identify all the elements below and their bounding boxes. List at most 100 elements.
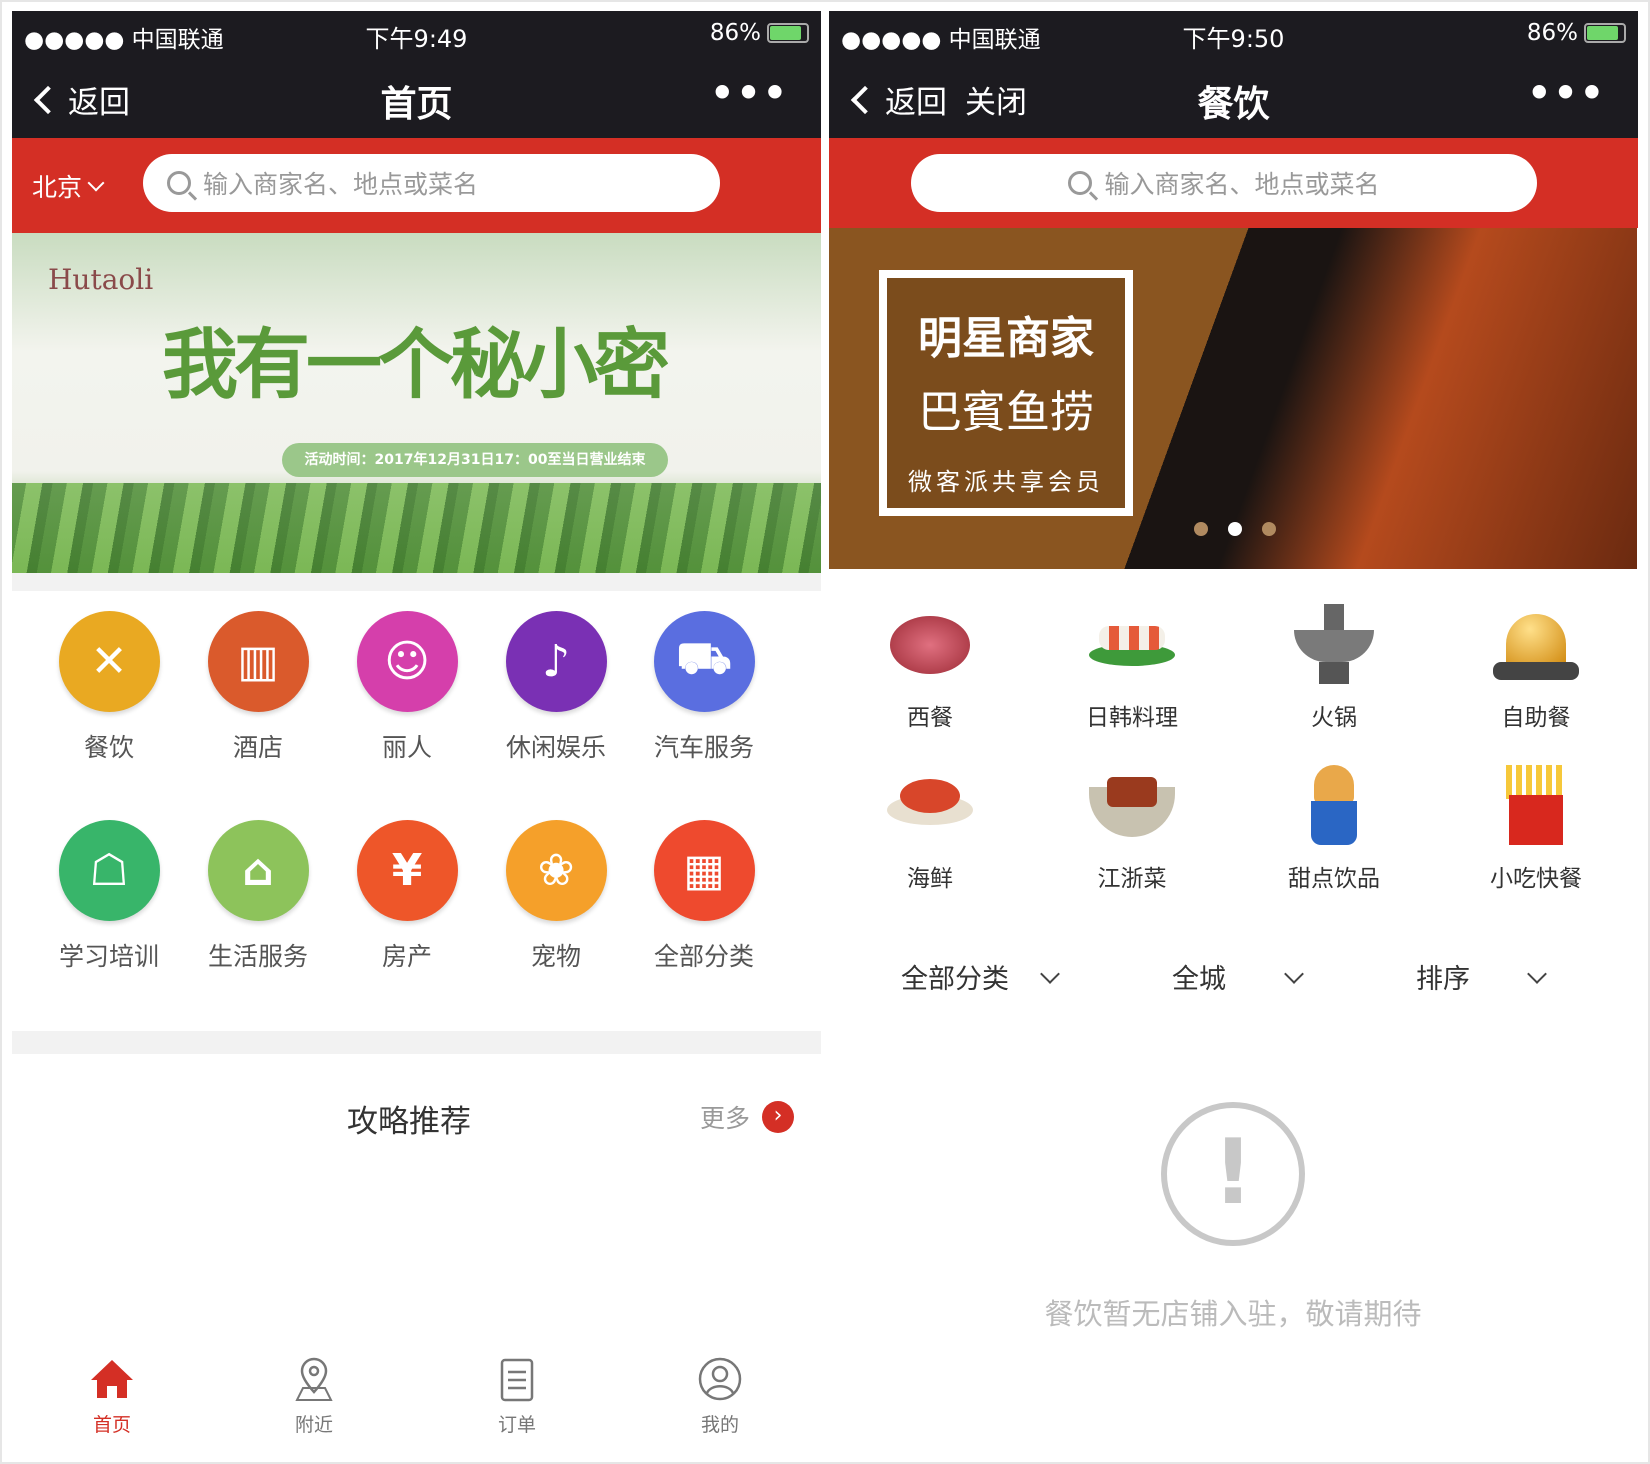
category-label: 全部分类	[653, 942, 754, 971]
search-placeholder: 输入商家名、地点或菜名	[203, 170, 479, 199]
search-bar: 北京 输入商家名、地点或菜名	[12, 138, 821, 233]
status-bar: ●●●●● 中国联通 下午9:49 86%	[12, 11, 821, 59]
banner-headline: 我有一个秘小密	[162, 320, 670, 409]
battery: 86%	[1527, 20, 1626, 46]
time: 下午9:49	[365, 25, 468, 53]
hotpot-icon	[1289, 604, 1379, 684]
user-icon	[697, 1356, 743, 1402]
category-life[interactable]: ⌂ 生活服务	[188, 820, 328, 973]
food-buffet[interactable]: 自助餐	[1456, 604, 1616, 732]
category-label: 生活服务	[207, 942, 308, 971]
battery-icon	[1584, 23, 1626, 43]
food-jiangzhe[interactable]: 江浙菜	[1052, 765, 1212, 893]
banner-event-time: 活动时间：2017年12月31日17：00至当日营业结束	[282, 443, 668, 477]
category-label: 酒店	[232, 733, 283, 762]
search-bar: 输入商家名、地点或菜名	[829, 138, 1638, 228]
category-pet[interactable]: ❀ 宠物	[486, 820, 626, 973]
home-screen: ●●●●● 中国联通 下午9:49 86% 返回 首页 ••• 北京 输入商家名…	[12, 11, 821, 1457]
promo-banner[interactable]: 明星商家 巴賓鱼捞 微客派共享会员	[829, 228, 1637, 569]
banner-line3: 微客派共享会员	[908, 468, 1104, 496]
tab-orders[interactable]: 订单	[457, 1356, 577, 1437]
chevron-right-icon: ›	[762, 1101, 795, 1133]
fries-icon	[1491, 765, 1581, 845]
category-realestate[interactable]: ¥ 房产	[337, 820, 477, 973]
divider	[12, 1031, 821, 1054]
chevron-down-icon[interactable]	[1527, 964, 1547, 984]
food-jpkr[interactable]: 日韩料理	[1052, 604, 1212, 732]
food-dessert[interactable]: 甜点饮品	[1254, 765, 1414, 893]
search-icon	[1068, 171, 1093, 195]
ice-cream-icon	[1289, 765, 1379, 845]
category-beauty[interactable]: ☺ 丽人	[337, 611, 477, 764]
hutaoli-logo: Hutaoli	[48, 263, 154, 296]
filter-sort[interactable]: 排序	[1416, 957, 1470, 996]
carousel-dot[interactable]	[1194, 522, 1208, 536]
chevron-down-icon[interactable]	[1284, 964, 1304, 984]
category-label: 宠物	[530, 942, 581, 971]
chevron-down-icon	[87, 174, 105, 192]
location-icon	[291, 1356, 337, 1402]
service-bell-icon	[1491, 604, 1581, 684]
filter-area[interactable]: 全城	[1172, 957, 1226, 996]
city-selector[interactable]: 北京	[32, 168, 105, 204]
food-label: 西餐	[907, 705, 953, 731]
category-car[interactable]: ⛟ 汽车服务	[634, 611, 774, 764]
sushi-icon	[1087, 604, 1177, 684]
order-icon	[494, 1356, 540, 1402]
promo-banner[interactable]: Hutaoli 我有一个秘小密 活动时间：2017年12月31日17：00至当日…	[12, 233, 821, 573]
house-yen-icon: ¥	[356, 820, 458, 921]
page-title: 餐饮	[1197, 84, 1270, 125]
carousel-dot[interactable]	[1262, 522, 1276, 536]
tab-home[interactable]: 首页	[52, 1356, 172, 1437]
grid-icon: ▦	[653, 820, 755, 921]
category-label: 丽人	[381, 733, 432, 762]
time: 下午9:50	[1182, 25, 1285, 53]
food-seafood[interactable]: 海鲜	[850, 765, 1010, 893]
category-hotel[interactable]: ▥ 酒店	[188, 611, 328, 764]
banner-line2: 巴賓鱼捞	[918, 387, 1094, 438]
category-food[interactable]: ✕ 餐饮	[39, 611, 179, 764]
lobster-icon	[885, 765, 975, 845]
chevron-down-icon[interactable]	[1040, 964, 1060, 984]
tab-mine[interactable]: 我的	[660, 1356, 780, 1437]
microphone-icon: ♪	[505, 611, 607, 712]
carousel-dot-active[interactable]	[1228, 522, 1242, 536]
food-label: 自助餐	[1501, 705, 1571, 731]
category-all[interactable]: ▦ 全部分类	[634, 820, 774, 973]
category-entertainment[interactable]: ♪ 休闲娱乐	[486, 611, 626, 764]
search-input[interactable]: 输入商家名、地点或菜名	[911, 154, 1537, 212]
battery-percent: 86%	[709, 20, 761, 46]
category-label: 餐饮	[83, 733, 134, 762]
category-label: 房产	[381, 942, 432, 971]
food-snack[interactable]: 小吃快餐	[1456, 765, 1616, 893]
category-training[interactable]: ☖ 学习培训	[39, 820, 179, 973]
more-link[interactable]: 更多 ›	[700, 1099, 795, 1135]
nav-bar: 返回 首页 •••	[12, 59, 821, 138]
paw-icon: ❀	[505, 820, 607, 921]
tab-label: 附近	[294, 1414, 333, 1436]
food-western[interactable]: 西餐	[850, 604, 1010, 732]
food-label: 火锅	[1311, 705, 1357, 731]
battery-percent: 86%	[1526, 20, 1578, 46]
plants-decoration	[12, 483, 821, 573]
building-icon: ▥	[207, 611, 309, 712]
food-label: 小吃快餐	[1490, 866, 1582, 892]
battery-icon	[767, 23, 809, 43]
search-input[interactable]: 输入商家名、地点或菜名	[143, 154, 720, 212]
search-icon	[167, 171, 191, 195]
guide-title: 攻略推荐	[347, 1104, 471, 1140]
filter-label: 全部分类	[901, 964, 1009, 995]
tab-nearby[interactable]: 附近	[254, 1356, 374, 1437]
banner-line1: 明星商家	[918, 313, 1094, 364]
home-icon	[89, 1356, 135, 1402]
nav-bar: 返回 关闭 餐饮 •••	[829, 59, 1638, 138]
more-button[interactable]: •••	[1527, 71, 1606, 115]
city-label: 北京	[32, 173, 83, 202]
food-hotpot[interactable]: 火锅	[1254, 604, 1414, 732]
filter-category[interactable]: 全部分类	[901, 957, 1009, 996]
food-label: 日韩料理	[1086, 705, 1178, 731]
fork-knife-icon: ✕	[58, 611, 160, 712]
home-heart-icon: ⌂	[207, 820, 309, 921]
banner-frame: 明星商家 巴賓鱼捞 微客派共享会员	[879, 270, 1133, 516]
more-button[interactable]: •••	[710, 71, 789, 115]
